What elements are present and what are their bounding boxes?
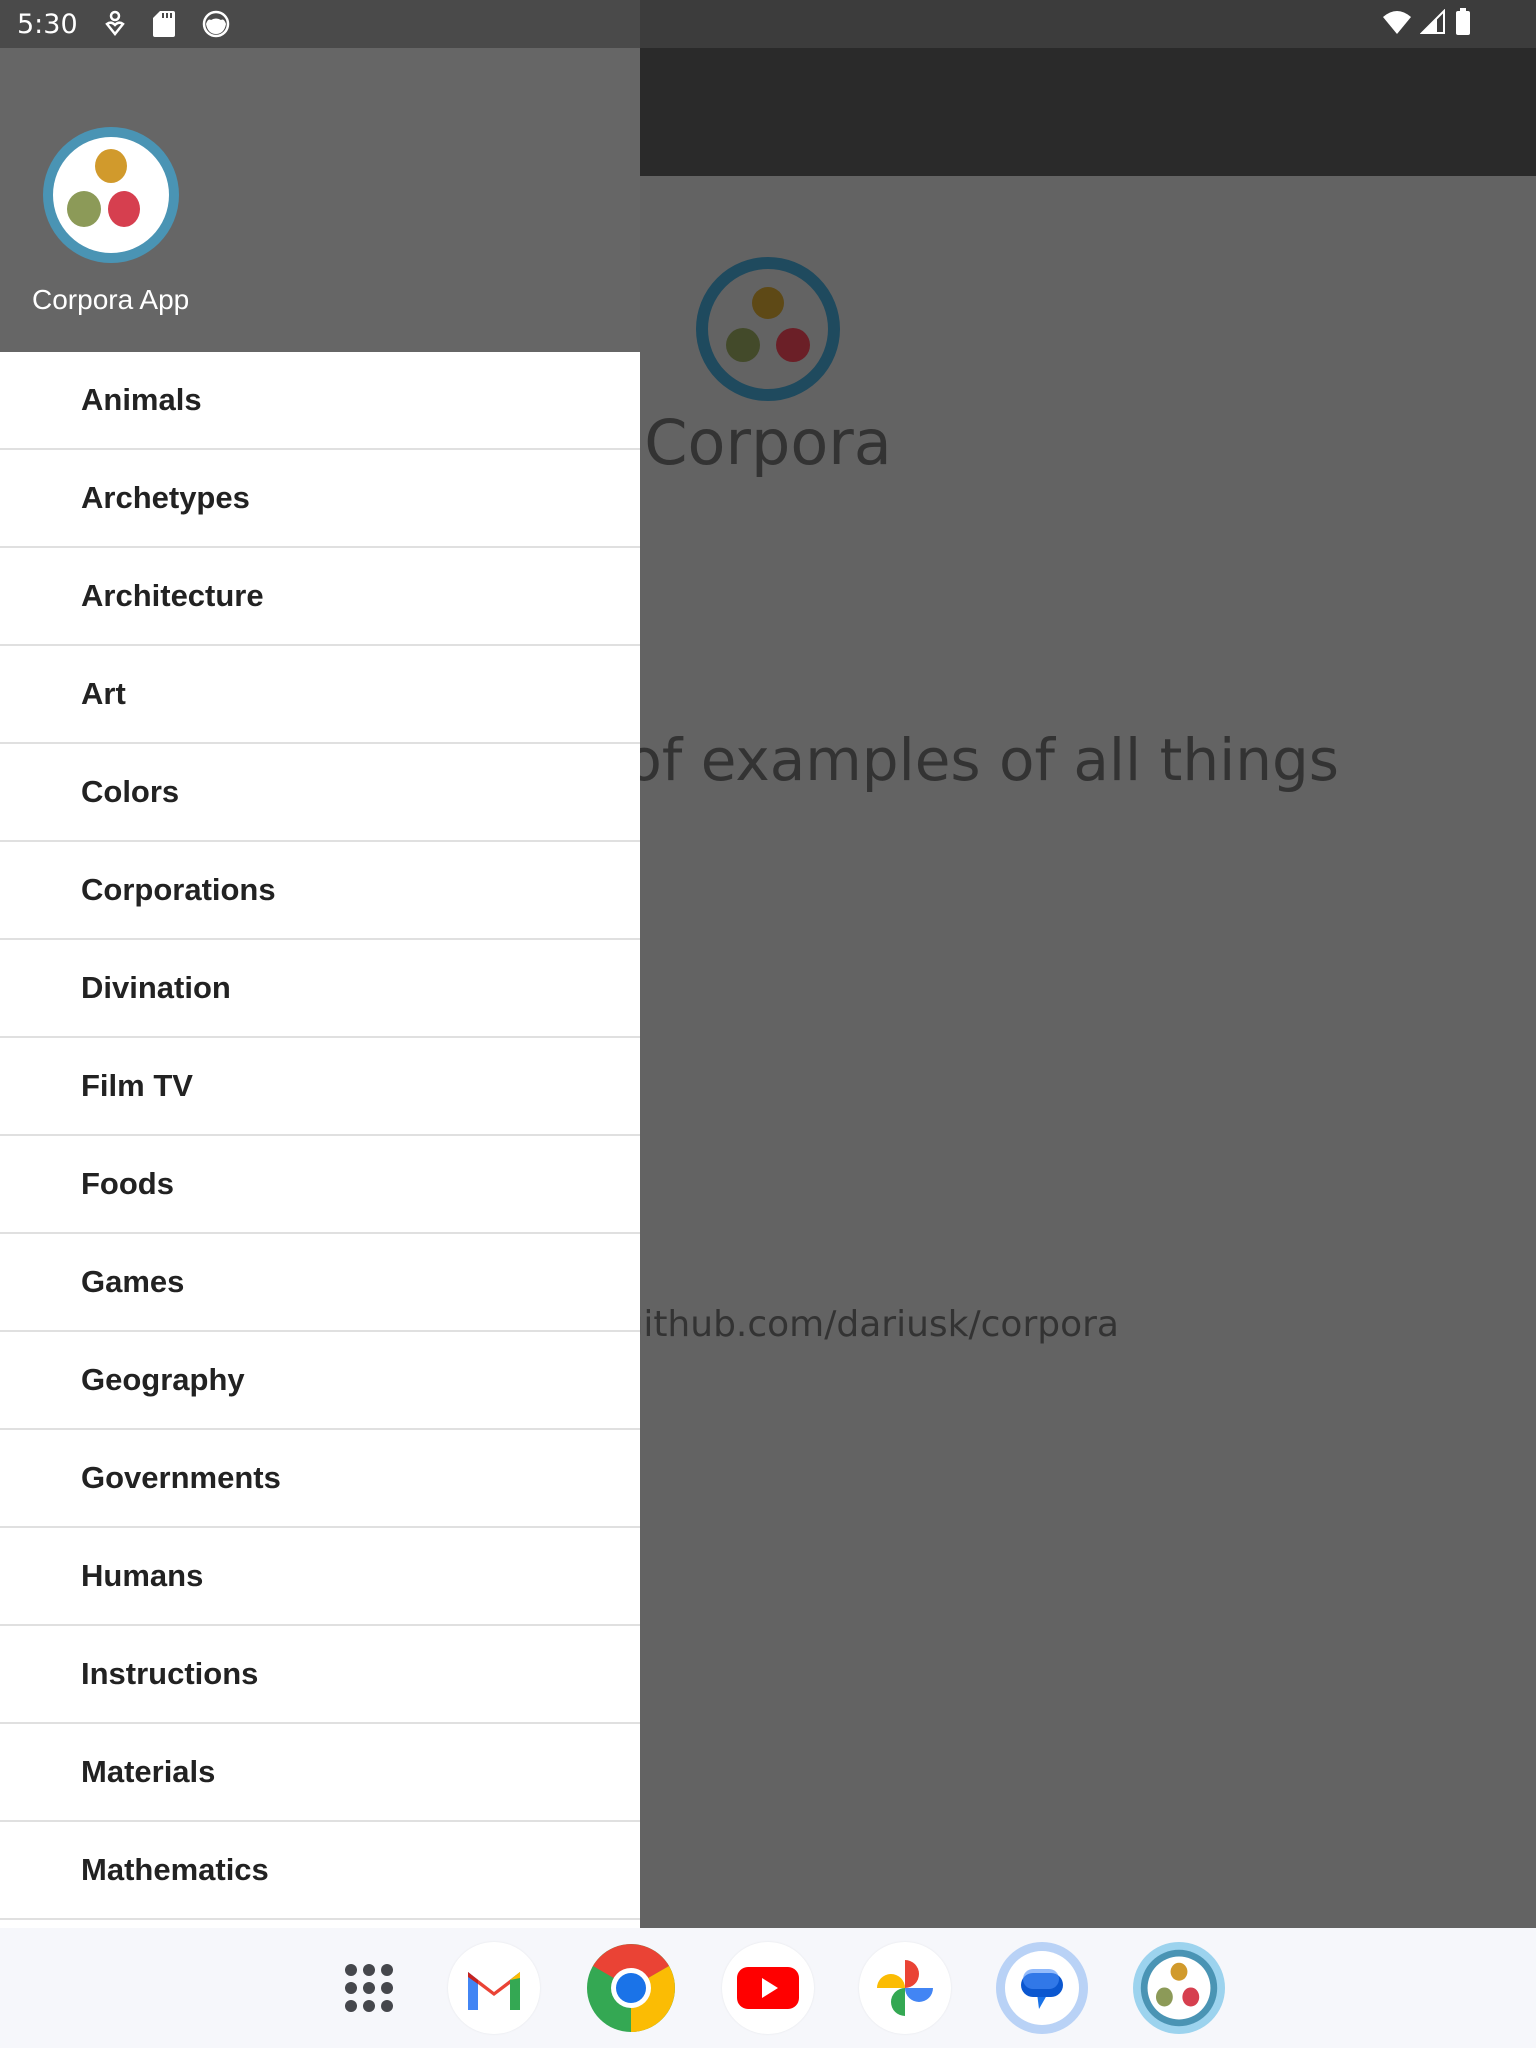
drawer-item-geography[interactable]: Geography [0, 1332, 640, 1430]
drawer-item-divination[interactable]: Divination [0, 940, 640, 1038]
clock: 5:30 [17, 8, 78, 40]
drawer-item-label: Materials [81, 1754, 216, 1789]
drawer-item-label: Governments [81, 1460, 281, 1495]
status-bar: 5:30 [0, 0, 1536, 48]
drawer-item-label: Games [81, 1264, 185, 1299]
drawer-item-film-tv[interactable]: Film TV [0, 1038, 640, 1136]
drawer-item-label: Instructions [81, 1656, 259, 1691]
cell-signal-icon [1419, 8, 1446, 40]
app-drawer-button[interactable] [323, 1942, 415, 2034]
accessibility-icon [104, 10, 126, 38]
drawer-item-label: Divination [81, 970, 231, 1005]
navigation-drawer: Corpora App Animals Archetypes Architect… [0, 48, 640, 1928]
drawer-item-instructions[interactable]: Instructions [0, 1626, 640, 1724]
drawer-item-colors[interactable]: Colors [0, 744, 640, 842]
drawer-item-materials[interactable]: Materials [0, 1724, 640, 1822]
battery-icon [1454, 7, 1472, 41]
taskbar [0, 1928, 1536, 2048]
drawer-item-label: Foods [81, 1166, 174, 1201]
cat-face-icon [202, 10, 230, 38]
drawer-item-label: Animals [81, 382, 202, 417]
drawer-item-games[interactable]: Games [0, 1234, 640, 1332]
drawer-item-label: Geography [81, 1362, 245, 1397]
drawer-item-foods[interactable]: Foods [0, 1136, 640, 1234]
gmail-app-icon[interactable] [448, 1942, 540, 2034]
drawer-item-label: Colors [81, 774, 180, 809]
drawer-item-label: Corporations [81, 872, 276, 907]
drawer-item-mathematics[interactable]: Mathematics [0, 1822, 640, 1920]
drawer-item-label: Archetypes [81, 480, 250, 515]
youtube-app-icon[interactable] [722, 1942, 814, 2034]
drawer-item-animals[interactable]: Animals [0, 352, 640, 450]
drawer-item-label: Architecture [81, 578, 264, 613]
drawer-item-archetypes[interactable]: Archetypes [0, 450, 640, 548]
drawer-item-art[interactable]: Art [0, 646, 640, 744]
drawer-item-label: Film TV [81, 1068, 193, 1103]
sd-card-icon [152, 10, 176, 38]
drawer-menu-list: Animals Archetypes Architecture Art Colo… [0, 352, 640, 1920]
wifi-icon [1382, 9, 1412, 40]
drawer-item-humans[interactable]: Humans [0, 1528, 640, 1626]
drawer-item-label: Art [81, 676, 126, 711]
drawer-item-governments[interactable]: Governments [0, 1430, 640, 1528]
drawer-item-label: Mathematics [81, 1852, 269, 1887]
messages-app-icon[interactable] [996, 1942, 1088, 2034]
drawer-header: Corpora App [0, 48, 640, 352]
photos-app-icon[interactable] [859, 1942, 951, 2034]
grid-dots-icon [345, 1964, 393, 2012]
chrome-app-icon[interactable] [585, 1942, 677, 2034]
drawer-app-name: Corpora App [32, 284, 190, 315]
corpora-logo [696, 257, 840, 401]
drawer-item-corporations[interactable]: Corporations [0, 842, 640, 940]
drawer-item-label: Humans [81, 1558, 204, 1593]
corpora-app-icon[interactable] [1133, 1942, 1225, 2034]
app-logo-icon [43, 127, 179, 263]
drawer-item-architecture[interactable]: Architecture [0, 548, 640, 646]
